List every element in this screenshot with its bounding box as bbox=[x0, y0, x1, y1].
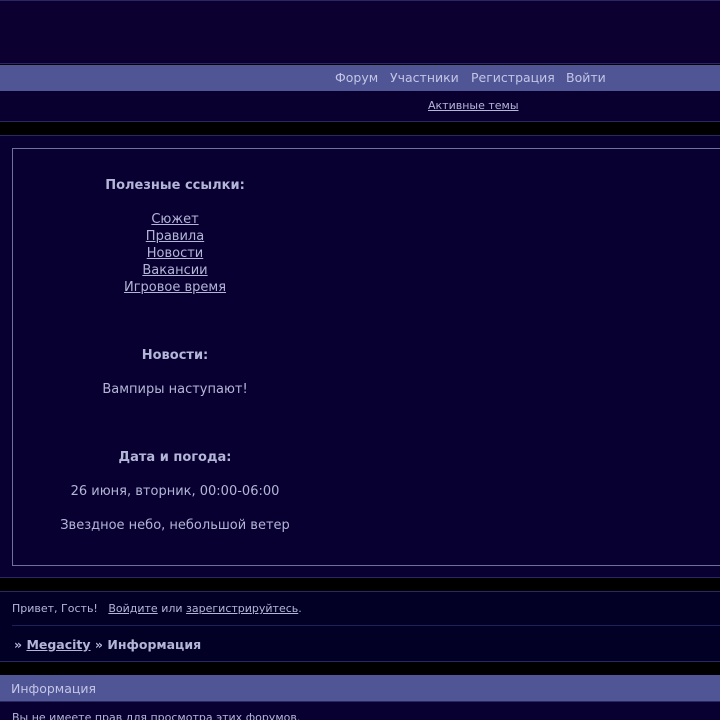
greeting-prefix: Привет, Гость! bbox=[12, 602, 98, 615]
divider bbox=[12, 625, 720, 626]
info-header: Информация bbox=[0, 675, 720, 701]
links-title: Полезные ссылки: bbox=[105, 178, 245, 193]
news-text: Вампиры наступают! bbox=[102, 382, 248, 397]
info-title: Информация bbox=[11, 681, 97, 696]
news-title: Новости: bbox=[141, 348, 209, 363]
greeting-or: или bbox=[161, 602, 183, 615]
link-news[interactable]: Новости bbox=[147, 246, 204, 261]
breadcrumb: » Megacity » Информация bbox=[14, 637, 201, 652]
greeting-panel: Привет, Гость! Войдите или зарегистрируй… bbox=[0, 591, 720, 662]
breadcrumb-current: Информация bbox=[107, 637, 202, 652]
active-topics-link[interactable]: Активные темы bbox=[428, 99, 519, 112]
date-text: 26 июня, вторник, 00:00-06:00 bbox=[70, 484, 280, 499]
nav-members[interactable]: Участники bbox=[390, 70, 459, 85]
link-plot[interactable]: Сюжет bbox=[151, 212, 198, 227]
login-link[interactable]: Войдите bbox=[108, 602, 157, 615]
breadcrumb-home[interactable]: Megacity bbox=[26, 637, 90, 652]
link-vacancies[interactable]: Вакансии bbox=[142, 263, 207, 278]
main-panel: Полезные ссылки: Сюжет Правила Новости В… bbox=[0, 135, 720, 578]
weather-text: Звездное небо, небольшой ветер bbox=[60, 518, 290, 533]
greeting-line: Привет, Гость! Войдите или зарегистрируй… bbox=[12, 602, 302, 615]
register-link[interactable]: зарегистрируйтесь bbox=[186, 602, 298, 615]
breadcrumb-separator: » bbox=[14, 637, 23, 652]
nav-forum[interactable]: Форум bbox=[335, 70, 378, 85]
header-banner bbox=[0, 0, 720, 64]
link-rules[interactable]: Правила bbox=[146, 229, 204, 244]
nav-register[interactable]: Регистрация bbox=[471, 70, 555, 85]
date-title: Дата и погода: bbox=[118, 450, 232, 465]
link-game-time[interactable]: Игровое время bbox=[124, 280, 226, 295]
info-body: Вы не имеете прав для просмотра этих фор… bbox=[0, 701, 720, 720]
main-navbar: Форум Участники Регистрация Войти bbox=[0, 65, 720, 91]
breadcrumb-separator: » bbox=[94, 637, 103, 652]
sub-navbar: Активные темы bbox=[0, 91, 720, 122]
nav-login[interactable]: Войти bbox=[566, 70, 606, 85]
info-message: Вы не имеете прав для просмотра этих фор… bbox=[12, 711, 301, 720]
info-box: Полезные ссылки: Сюжет Правила Новости В… bbox=[12, 148, 720, 566]
greeting-suffix: . bbox=[298, 602, 302, 615]
